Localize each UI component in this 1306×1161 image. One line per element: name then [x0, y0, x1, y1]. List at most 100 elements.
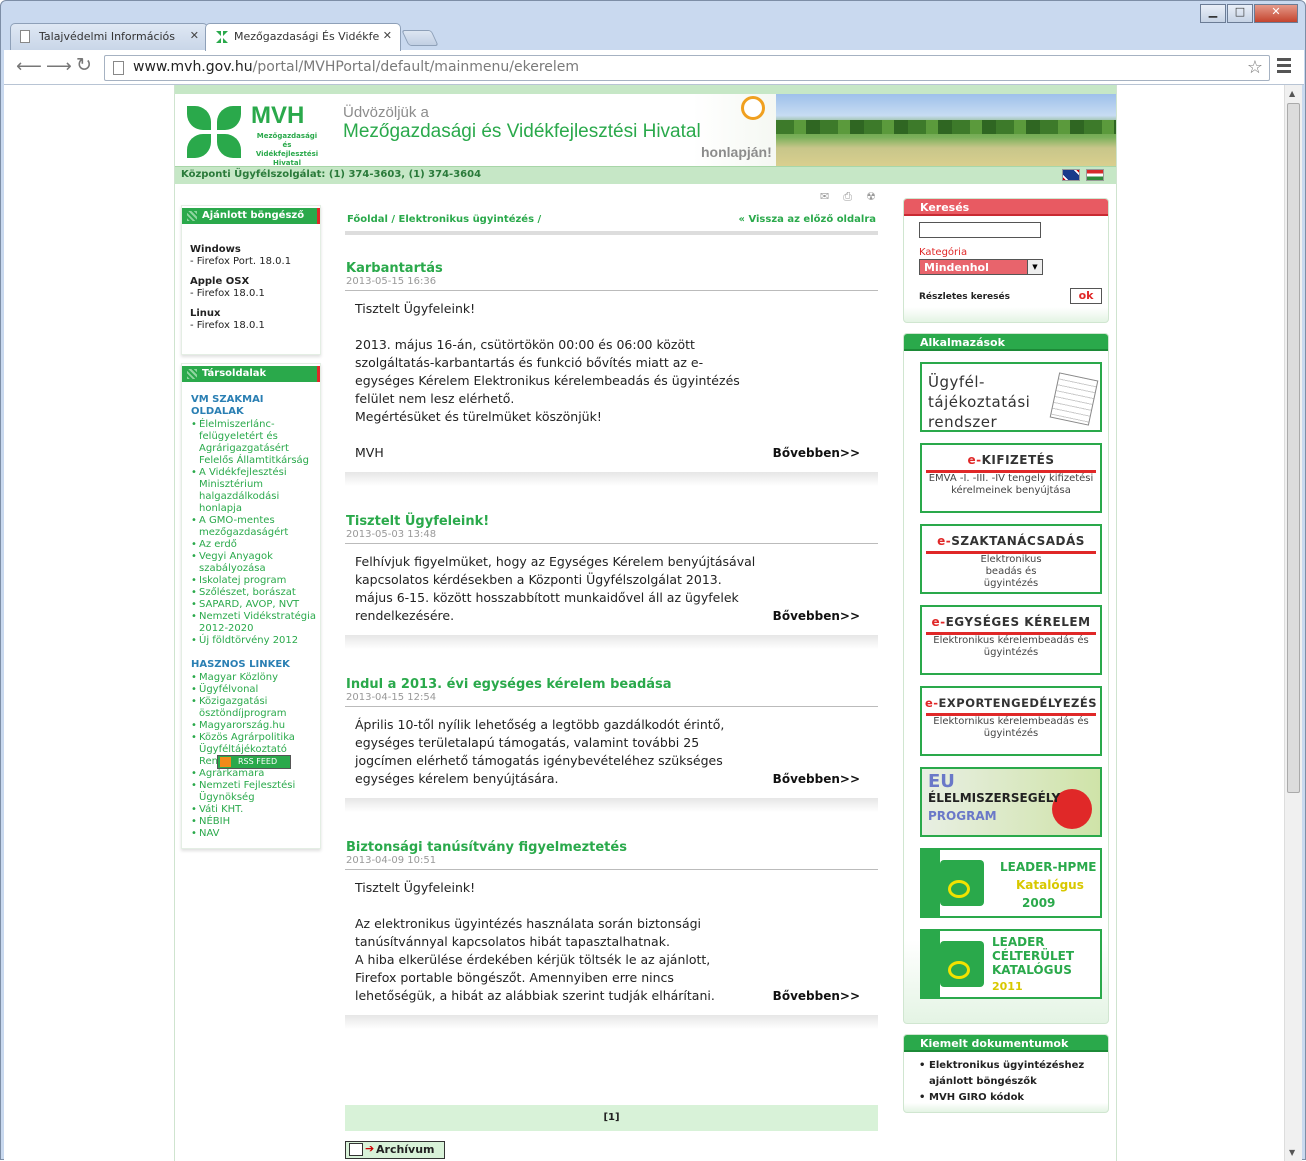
welcome-line2: Mezőgazdasági és Vidékfejlesztési Hivata…: [343, 121, 701, 142]
news-title[interactable]: Biztonsági tanúsítvány figyelmeztetés: [345, 840, 878, 855]
read-more-link[interactable]: Bővebben>>: [773, 770, 860, 788]
search-heading: Keresés: [904, 199, 1108, 216]
read-more-link[interactable]: Bővebben>>: [773, 607, 860, 625]
news-title[interactable]: Indul a 2013. évi egységes kérelem beadá…: [345, 677, 878, 692]
app-e-kifizetes[interactable]: e-KIFIZETÉS EMVA -I. -III. -IV tengely k…: [920, 443, 1102, 513]
logo-text: MVH: [251, 102, 305, 129]
back-link[interactable]: « Vissza az előző oldalra: [739, 214, 877, 225]
document-link[interactable]: MVH GIRO kódok: [919, 1090, 1108, 1106]
sidebar-link[interactable]: A GMO-mentes mezőgazdaságért: [191, 515, 320, 539]
close-tab-icon[interactable]: ✕: [190, 29, 199, 42]
news-list: Karbantartás 2013-05-15 16:36 Tisztelt Ügy…: [345, 261, 878, 1029]
rss-feed-button[interactable]: RSS FEED: [217, 755, 291, 769]
welcome-line3: honlapján!: [701, 144, 772, 160]
browser-version: - Firefox 18.0.1: [190, 288, 265, 299]
archive-icon: [349, 1143, 363, 1156]
news-body: Tisztelt Ügyfeleink! 2013. május 16-án, …: [345, 291, 878, 462]
scrollbar-thumb[interactable]: [1287, 103, 1300, 793]
accessibility-icon[interactable]: ☢: [866, 190, 890, 203]
sidebar-link[interactable]: A Vidékfejlesztési Minisztérium halgazdá…: [191, 467, 320, 515]
news-separator: [345, 472, 878, 486]
archive-button[interactable]: ➔ Archívum: [345, 1141, 445, 1159]
apps-box: Alkalmazások Ügyfél-tájékoztatási rendsz…: [903, 333, 1109, 1024]
close-tab-icon[interactable]: ✕: [383, 29, 392, 42]
forward-icon[interactable]: ⟶: [46, 56, 72, 77]
mvh-logo-icon[interactable]: [185, 104, 245, 158]
sidebar-link[interactable]: Ügyfélvonal: [191, 684, 320, 696]
app-divider: [926, 713, 1096, 716]
app-leader-katalogus-2009[interactable]: LEADER-HPME Katalógus 2009: [920, 848, 1102, 918]
category-select[interactable]: Mindenhol ▼: [919, 259, 1043, 275]
tab-talajvedelmi[interactable]: Talajvédelmi Információs ✕: [10, 23, 208, 50]
breadcrumb[interactable]: Főoldal / Elektronikus ügyintézés /: [347, 214, 541, 225]
reload-icon[interactable]: ↻: [76, 54, 92, 76]
sidebar-link[interactable]: Váti KHT.: [191, 804, 320, 816]
back-icon[interactable]: ⟵: [16, 56, 42, 77]
email-icon[interactable]: ✉: [820, 190, 843, 203]
sidebar-link[interactable]: Vegyi Anyagok szabályozása: [191, 551, 320, 575]
document-link[interactable]: Elektronikus ügyintézéshez ajánlott böng…: [919, 1058, 1108, 1090]
app-divider: [926, 632, 1096, 635]
leader-line: CÉLTERÜLET: [992, 949, 1075, 963]
vertical-scrollbar[interactable]: ▲ ▼: [1284, 85, 1302, 1161]
document-pen-icon: [1049, 372, 1099, 426]
browser-windows: Windows - Firefox Port. 18.0.1: [182, 244, 320, 268]
bookmark-star-icon[interactable]: ☆: [1247, 57, 1263, 78]
breadcrumb-row: Főoldal / Elektronikus ügyintézés / « Vi…: [345, 205, 878, 235]
page-tools: ✉⎙☢: [820, 190, 890, 204]
news-item: Biztonsági tanúsítvány figyelmeztetés 201…: [345, 840, 878, 1029]
sidebar-link[interactable]: Élelmiszerlánc-felügyeletért és Agráriga…: [191, 419, 320, 467]
sidebar-link[interactable]: Nemzeti Fejlesztési Ügynökség: [191, 780, 320, 804]
minimize-button[interactable]: ▁: [1200, 4, 1226, 23]
sidebar-link[interactable]: SAPARD, AVOP, NVT: [191, 599, 320, 611]
sidebar-link[interactable]: NAV: [191, 828, 320, 840]
maximize-button[interactable]: □: [1227, 4, 1253, 23]
search-ok-button[interactable]: ok: [1070, 288, 1102, 304]
vm-links-list: Élelmiszerlánc-felügyeletért és Agráriga…: [182, 419, 320, 647]
read-more-link[interactable]: Bővebben>>: [773, 987, 860, 1005]
eu-line2: ÉLELMISZERSEGÉLY: [928, 791, 1061, 805]
app-e-egyseges-kerelem[interactable]: e-EGYSÉGES KÉRELEM Elektronikus kérelemb…: [920, 605, 1102, 675]
sidebar-link[interactable]: NÉBIH: [191, 816, 320, 828]
news-text: Tisztelt Ügyfeleink! 2013. május 16-án, …: [355, 301, 740, 460]
scroll-down-icon[interactable]: ▼: [1289, 1148, 1295, 1157]
browser-toolbar: ⟵ ⟶ ↻ www.mvh.gov.hu/portal/MVHPortal/de…: [4, 50, 1304, 85]
news-item: Karbantartás 2013-05-15 16:36 Tisztelt Ügy…: [345, 261, 878, 486]
url-path: /portal/MVHPortal/default/mainmenu/ekere…: [252, 59, 580, 75]
app-leader-celterulet-2011[interactable]: LEADER CÉLTERÜLET KATALÓGUS 2011: [920, 929, 1102, 999]
sidebar-link[interactable]: Szőlészet, borászat: [191, 587, 320, 599]
sidebar-link[interactable]: Közigazgatási ösztöndíjprogram: [191, 696, 320, 720]
news-date: 2013-05-03 13:48: [345, 529, 878, 544]
sidebar-link[interactable]: Iskolatej program: [191, 575, 320, 587]
advanced-search-link[interactable]: Részletes keresés: [919, 292, 1010, 302]
sidebar-link[interactable]: Nemzeti Vidékstratégia 2012-2020: [191, 611, 320, 635]
sidebar-link[interactable]: Új földtörvény 2012: [191, 635, 320, 647]
pagination[interactable]: [1]: [345, 1105, 878, 1131]
read-more-link[interactable]: Bővebben>>: [773, 444, 860, 462]
app-e-szaktanacsadas[interactable]: e-SZAKTANÁCSADÁS Elektronikus beadás és …: [920, 524, 1102, 594]
scroll-up-icon[interactable]: ▲: [1289, 89, 1295, 98]
logo-subtitle: Mezőgazdasági és Vidékfejlesztési Hivata…: [255, 132, 319, 166]
print-icon[interactable]: ⎙: [843, 190, 866, 203]
app-e-exportengedelyezes[interactable]: e-EXPORTENGEDÉLYEZÉS Elektornikus kérele…: [920, 686, 1102, 756]
leader-year: 2011: [992, 980, 1023, 993]
news-title[interactable]: Tisztelt Ügyfeleink!: [345, 514, 878, 529]
menu-icon[interactable]: [1277, 58, 1291, 76]
english-flag-icon[interactable]: [1062, 169, 1080, 181]
hungarian-flag-icon[interactable]: [1086, 169, 1104, 181]
close-window-button[interactable]: ✕: [1254, 4, 1298, 23]
sidebar-link[interactable]: Agrárkamara: [191, 768, 320, 780]
news-title[interactable]: Karbantartás: [345, 261, 878, 276]
sidebar-link[interactable]: Magyar Közlöny: [191, 672, 320, 684]
app-eu-elelmiszersegely[interactable]: EU ÉLELMISZERSEGÉLY PROGRAM: [920, 767, 1102, 837]
sidebar-link[interactable]: Az erdő: [191, 539, 320, 551]
sidebar-link[interactable]: Magyarország.hu: [191, 720, 320, 732]
top-strip: [175, 85, 1116, 94]
main-content: Főoldal / Elektronikus ügyintézés / « Vi…: [345, 205, 878, 1159]
tab-mvh[interactable]: Mezőgazdasági És Vidékfe ✕: [205, 23, 401, 51]
search-input[interactable]: [919, 222, 1041, 238]
app-ugyfel-tajekoztatasi[interactable]: Ügyfél-tájékoztatási rendszer: [920, 362, 1102, 432]
address-bar[interactable]: www.mvh.gov.hu/portal/MVHPortal/default/…: [104, 55, 1270, 81]
new-tab-button[interactable]: [401, 30, 439, 46]
tab-title: Mezőgazdasági És Vidékfe: [234, 30, 380, 43]
